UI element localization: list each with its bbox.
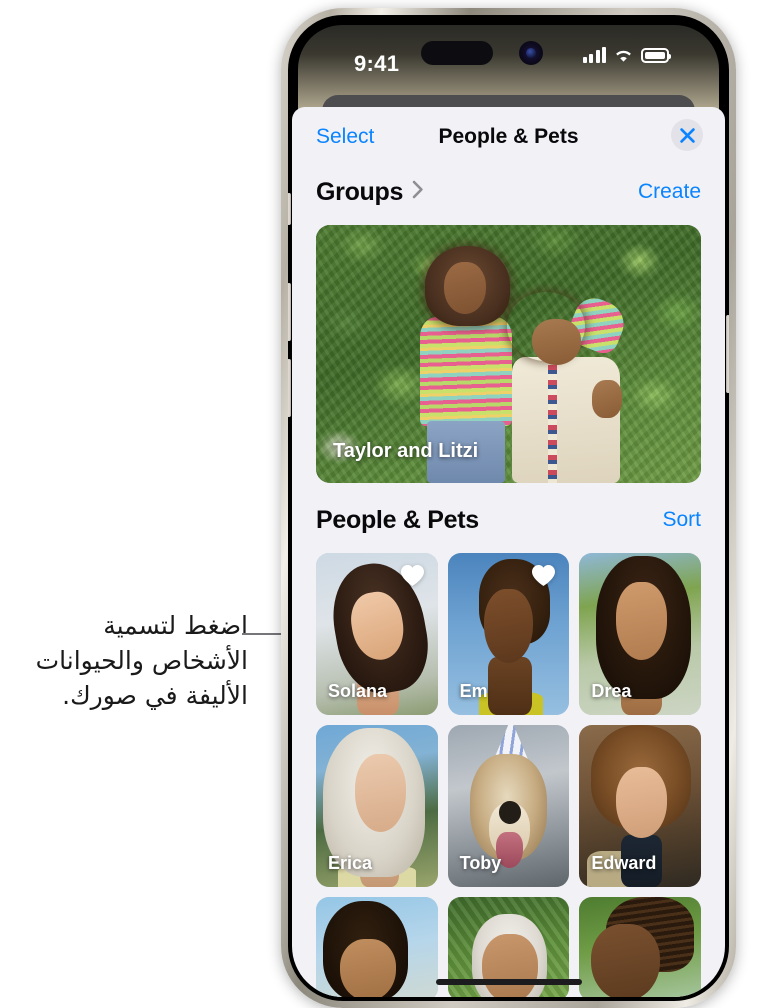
home-indicator[interactable] [435,979,582,985]
callout-text: اضغط لتسمية الأشخاص والحيوانات الأليفة ف… [35,611,248,710]
groups-section-header: Groups Create [292,169,725,215]
silent-switch[interactable] [288,193,291,225]
heart-filled-icon [531,564,556,592]
person-tile[interactable]: Toby [447,725,570,887]
phone-bezel: 9:41 Select People & Pets Groups Create … [288,15,729,1001]
people-pets-sheet: Select People & Pets Groups Create Taylo… [292,107,725,997]
person-tile[interactable]: Edward [579,725,701,887]
person-tile[interactable]: Solana [316,553,438,715]
screenshot-stage: اضغط لتسمية الأشخاص والحيوانات الأليفة ف… [0,0,758,1008]
side-power-button[interactable] [726,315,729,393]
iphone-frame: 9:41 Select People & Pets Groups Create … [281,8,736,1008]
close-button[interactable] [671,119,703,151]
front-camera-icon [519,41,543,65]
group-card-label: Taylor and Litzi [333,440,479,462]
wifi-icon [613,47,634,63]
sheet-header: Select People & Pets [292,107,725,169]
person-tile-name: Drea [591,681,632,701]
groups-title-group[interactable]: Groups [316,178,424,207]
sort-button[interactable]: Sort [662,508,701,532]
groups-title: Groups [316,177,404,206]
status-icons [582,47,671,63]
heart-filled-icon [400,564,425,592]
create-button[interactable]: Create [638,180,701,204]
sheet-title: People & Pets [438,125,579,148]
person-tile[interactable]: Drea [579,553,701,715]
volume-down-button[interactable] [288,359,291,417]
volume-up-button[interactable] [288,283,291,341]
close-x-icon [679,127,696,144]
people-pets-grid: Solana Em Drea Erica Toby Edward [316,553,701,887]
cellular-bars-icon [582,47,606,63]
person-tile[interactable]: Erica [316,725,438,887]
group-card-taylor-and-litzi[interactable]: Taylor and Litzi [316,225,701,483]
person-tile-name: Toby [459,853,502,873]
people-section-header: People & Pets Sort [292,497,725,543]
person-tile[interactable]: Em [447,553,570,715]
person-tile-name: Edward [591,853,657,873]
chevron-right-icon [412,180,424,204]
people-title: People & Pets [316,505,479,534]
dynamic-island [421,41,493,65]
person-tile[interactable] [316,897,438,997]
person-tile-name: Solana [328,681,388,701]
phone-screen: 9:41 Select People & Pets Groups Create … [292,19,725,997]
status-bar: 9:41 [292,19,725,97]
group-photo-person-right [505,291,630,483]
battery-full-icon [641,47,671,63]
person-tile-name: Erica [328,853,373,873]
person-tile-name: Em [459,681,488,701]
person-tile[interactable] [579,897,701,997]
status-time: 9:41 [354,51,400,76]
